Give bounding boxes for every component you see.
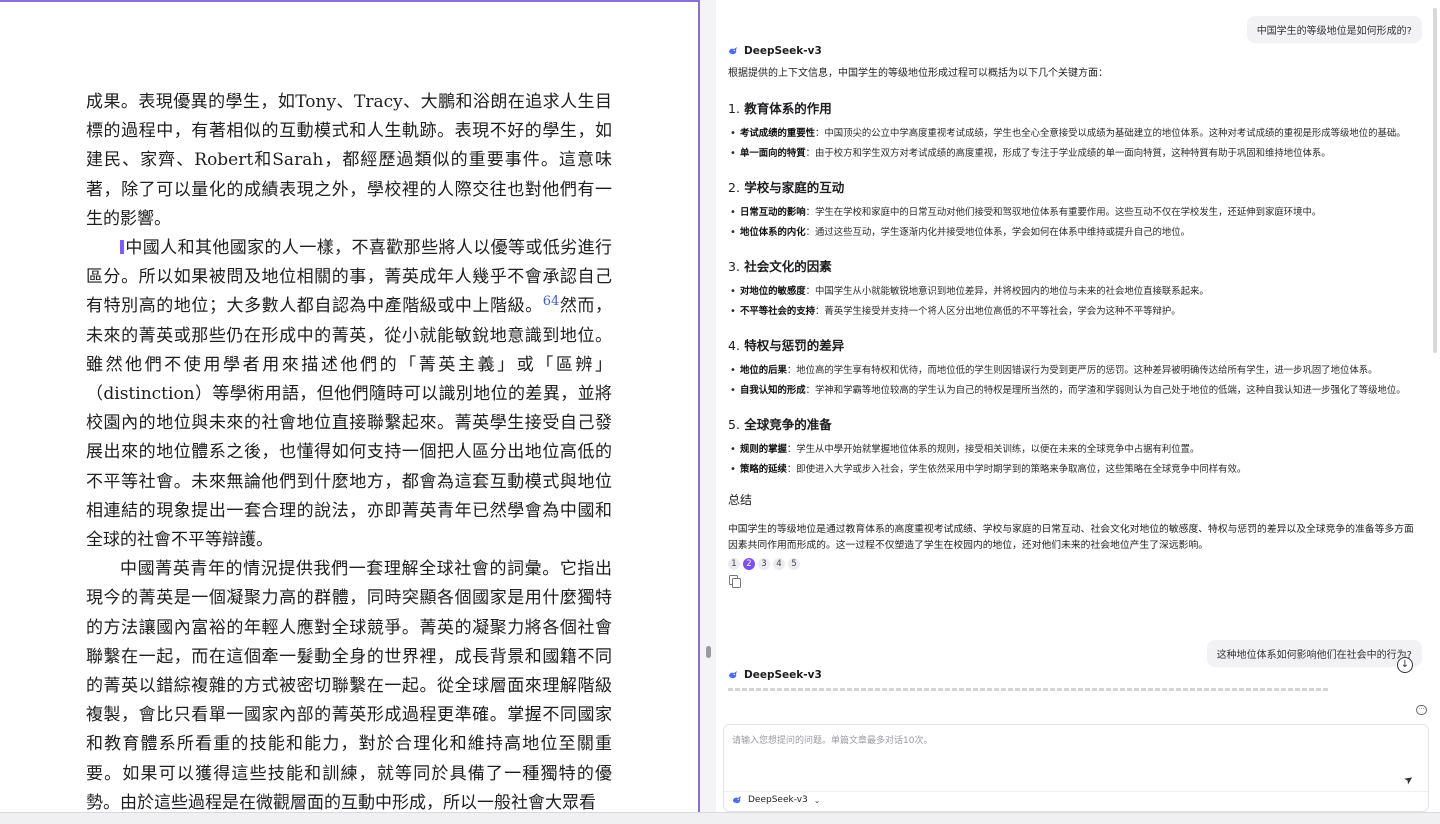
section-list: 日常互动的影响：学生在学校和家庭中的日常互动对他们接受和驾驭地位体系有重要作用。… bbox=[728, 206, 1418, 240]
paragraph-3: 中國菁英青年的情況提供我們一套理解全球社會的詞彙。它指出現今的菁英是一個凝聚力高… bbox=[86, 559, 612, 812]
resize-handle[interactable] bbox=[706, 646, 711, 658]
document-body: 成果。表現優異的學生，如Tony、Tracy、大鵬和浴朗在追求人生目標的過程中，… bbox=[86, 88, 612, 812]
send-plane-icon[interactable]: ➤ bbox=[1399, 770, 1418, 789]
list-item-desc: ：学生从中學开始就掌握地位体系的规则，接受相关训练，以便在未来的全球竞争中占据有… bbox=[786, 444, 1200, 455]
bot-answer: 根据提供的上下文信息，中国学生的等级地位形成过程可以概括为以下几个关键方面： 1… bbox=[728, 66, 1418, 588]
list-item-desc: ：菁英学生接受并支持一个将人区分出地位高低的不平等社会，学会为这种不平等辩护。 bbox=[815, 306, 1181, 317]
question-input-box: ➤ DeepSeek-v3 ⌄ bbox=[723, 724, 1429, 812]
copy-icon[interactable] bbox=[728, 574, 741, 588]
list-item-desc: ：学生在学校和家庭中的日常互动对他们接受和驾驭地位体系有重要作用。这些互动不仅在… bbox=[805, 207, 1322, 218]
document-pane[interactable]: 成果。表現優異的學生，如Tony、Tracy、大鵬和浴朗在追求人生目標的過程中，… bbox=[0, 0, 700, 812]
list-item: 单一面向的特質：由于校方和学生双方对考试成绩的高度重视，形成了专注于学业成绩的单… bbox=[728, 147, 1418, 161]
pane-divider[interactable] bbox=[700, 0, 716, 812]
chat-bubble-icon[interactable]: ··· bbox=[1416, 705, 1427, 715]
citation-chip[interactable]: 2 bbox=[743, 558, 755, 570]
section-number: 5. bbox=[728, 417, 740, 432]
list-item: 地位体系的内化：通过这些互动，学生逐渐内化并接受地位体系，学会如何在体系中维持或… bbox=[728, 226, 1418, 240]
deepseek-whale-icon bbox=[728, 670, 738, 680]
bot-header: DeepSeek-v3 bbox=[728, 669, 822, 681]
section-list: 对地位的敏感度：中国学生从小就能敏锐地意识到地位差异，并将校园内的地位与未来的社… bbox=[728, 285, 1418, 319]
list-item-term: 策略的延续 bbox=[740, 464, 787, 475]
input-divider bbox=[724, 791, 1428, 792]
list-item-term: 日常互动的影响 bbox=[740, 207, 806, 218]
list-item-term: 对地位的敏感度 bbox=[740, 286, 806, 297]
answer-sections: 1. 教育体系的作用考试成绩的重要性：中国顶尖的公立中学高度重视考试成绩，学生也… bbox=[728, 98, 1418, 477]
section-title: 学校与家庭的互动 bbox=[744, 180, 845, 195]
arrow-down-circle-icon[interactable]: ↓ bbox=[1397, 657, 1413, 673]
section-title: 全球竞争的准备 bbox=[744, 417, 832, 432]
bot-header: DeepSeek-v3 bbox=[728, 45, 822, 57]
list-item-term: 地位的后果 bbox=[740, 365, 787, 376]
list-item: 日常互动的影响：学生在学校和家庭中的日常互动对他们接受和驾驭地位体系有重要作用。… bbox=[728, 206, 1418, 220]
citation-chip[interactable]: 4 bbox=[773, 558, 785, 570]
list-item: 不平等社会的支持：菁英学生接受并支持一个将人区分出地位高低的不平等社会，学会为这… bbox=[728, 305, 1418, 319]
paragraph-1: 成果。表現優異的學生，如Tony、Tracy、大鵬和浴朗在追求人生目標的過程中，… bbox=[86, 92, 612, 229]
list-item-desc: ：学神和学霸等地位较高的学生认为自己的特权是理所当然的，而学渣和学弱则认为自己处… bbox=[805, 385, 1406, 396]
citation-chips: 12345 bbox=[728, 558, 1418, 570]
section-number: 1. bbox=[728, 101, 740, 116]
section-heading: 5. 全球竞争的准备 bbox=[728, 414, 1418, 433]
bot-name: DeepSeek-v3 bbox=[744, 669, 822, 681]
list-item-term: 考试成绩的重要性 bbox=[740, 128, 816, 139]
chat-pane: 中国学生的等级地位是如何形成的? DeepSeek-v3 根据提供的上下文信息，… bbox=[716, 0, 1440, 812]
streaming-answer-preview bbox=[728, 688, 1328, 691]
section-list: 规则的掌握：学生从中學开始就掌握地位体系的规则，接受相关训练，以便在未来的全球竞… bbox=[728, 443, 1418, 477]
user-message: 这种地位体系如何影响他们在社会中的行为? bbox=[1206, 640, 1422, 667]
section-list: 考试成绩的重要性：中国顶尖的公立中学高度重视考试成绩，学生也全心全意接受以成绩为… bbox=[728, 127, 1418, 161]
summary-title: 总结 bbox=[728, 493, 753, 507]
list-item-desc: ：由于校方和学生双方对考试成绩的高度重视，形成了专注于学业成绩的单一面向特質，这… bbox=[805, 148, 1331, 159]
summary-text: 中国学生的等级地位是通过教育体系的高度重视考试成绩、学校与家庭的日常互动、社会文… bbox=[728, 524, 1414, 551]
list-item-term: 不平等社会的支持 bbox=[740, 306, 816, 317]
list-item-desc: ：即使进入大学或步入社会，学生依然采用中学时期学到的策略来争取高位，这些策略在全… bbox=[786, 464, 1247, 475]
bot-name: DeepSeek-v3 bbox=[744, 45, 822, 57]
list-item-desc: ：中国顶尖的公立中学高度重视考试成绩，学生也全心全意接受以成绩为基础建立的地位体… bbox=[815, 128, 1406, 139]
list-item-term: 单一面向的特質 bbox=[740, 148, 806, 159]
bottom-bar bbox=[0, 812, 1440, 824]
question-input[interactable] bbox=[732, 733, 1392, 773]
list-item: 对地位的敏感度：中国学生从小就能敏锐地意识到地位差异，并将校园内的地位与未来的社… bbox=[728, 285, 1418, 299]
section-list: 地位的后果：地位高的学生享有特权和优待，而地位低的学生则因错误行为受到更严厉的惩… bbox=[728, 364, 1418, 398]
citation-chip[interactable]: 5 bbox=[788, 558, 800, 570]
footnote-link[interactable]: 64 bbox=[543, 294, 560, 309]
citation-chip[interactable]: 1 bbox=[728, 558, 740, 570]
section-heading: 2. 学校与家庭的互动 bbox=[728, 177, 1418, 196]
paragraph-2: 中國人和其他國家的人一樣，不喜歡那些將人以優等或低劣進行區分。所以如果被問及地位… bbox=[86, 238, 612, 551]
list-item: 地位的后果：地位高的学生享有特权和优待，而地位低的学生则因错误行为受到更严厉的惩… bbox=[728, 364, 1418, 378]
list-item-desc: ：中国学生从小就能敏锐地意识到地位差异，并将校园内的地位与未来的社会地位直接联系… bbox=[805, 286, 1209, 297]
section-heading: 1. 教育体系的作用 bbox=[728, 98, 1418, 117]
chevron-down-icon: ⌄ bbox=[813, 795, 821, 805]
model-selector-label: DeepSeek-v3 bbox=[748, 795, 808, 805]
list-item-desc: ：地位高的学生享有特权和优待，而地位低的学生则因错误行为受到更严厉的惩罚。这种差… bbox=[786, 365, 1378, 376]
section-title: 社会文化的因素 bbox=[744, 259, 832, 274]
chat-scrollbar[interactable] bbox=[1433, 8, 1437, 353]
section-number: 2. bbox=[728, 180, 740, 195]
paragraph-marker-icon bbox=[120, 240, 124, 255]
list-item-desc: ：通过这些互动，学生逐渐内化并接受地位体系，学会如何在体系中维持或提升自己的地位… bbox=[805, 227, 1191, 238]
list-item-term: 自我认知的形成 bbox=[740, 385, 806, 396]
list-item: 自我认知的形成：学神和学霸等地位较高的学生认为自己的特权是理所当然的，而学渣和学… bbox=[728, 384, 1418, 398]
citation-chip[interactable]: 3 bbox=[758, 558, 770, 570]
answer-intro: 根据提供的上下文信息，中国学生的等级地位形成过程可以概括为以下几个关键方面： bbox=[728, 68, 1108, 79]
list-item: 策略的延续：即使进入大学或步入社会，学生依然采用中学时期学到的策略来争取高位，这… bbox=[728, 463, 1418, 477]
deepseek-whale-icon bbox=[728, 46, 738, 56]
section-heading: 4. 特权与惩罚的差异 bbox=[728, 335, 1418, 354]
section-number: 3. bbox=[728, 259, 740, 274]
list-item-term: 地位体系的内化 bbox=[740, 227, 806, 238]
list-item-term: 规则的掌握 bbox=[740, 444, 787, 455]
list-item: 考试成绩的重要性：中国顶尖的公立中学高度重视考试成绩，学生也全心全意接受以成绩为… bbox=[728, 127, 1418, 141]
deepseek-whale-icon bbox=[732, 795, 742, 805]
user-message: 中国学生的等级地位是如何形成的? bbox=[1246, 16, 1422, 43]
list-item: 规则的掌握：学生从中學开始就掌握地位体系的规则，接受相关训练，以便在未来的全球竞… bbox=[728, 443, 1418, 457]
section-title: 教育体系的作用 bbox=[744, 101, 832, 116]
section-heading: 3. 社会文化的因素 bbox=[728, 256, 1418, 275]
section-title: 特权与惩罚的差异 bbox=[744, 338, 845, 353]
model-selector[interactable]: DeepSeek-v3 ⌄ bbox=[732, 795, 820, 805]
chat-messages[interactable]: 中国学生的等级地位是如何形成的? DeepSeek-v3 根据提供的上下文信息，… bbox=[716, 0, 1434, 693]
section-number: 4. bbox=[728, 338, 740, 353]
